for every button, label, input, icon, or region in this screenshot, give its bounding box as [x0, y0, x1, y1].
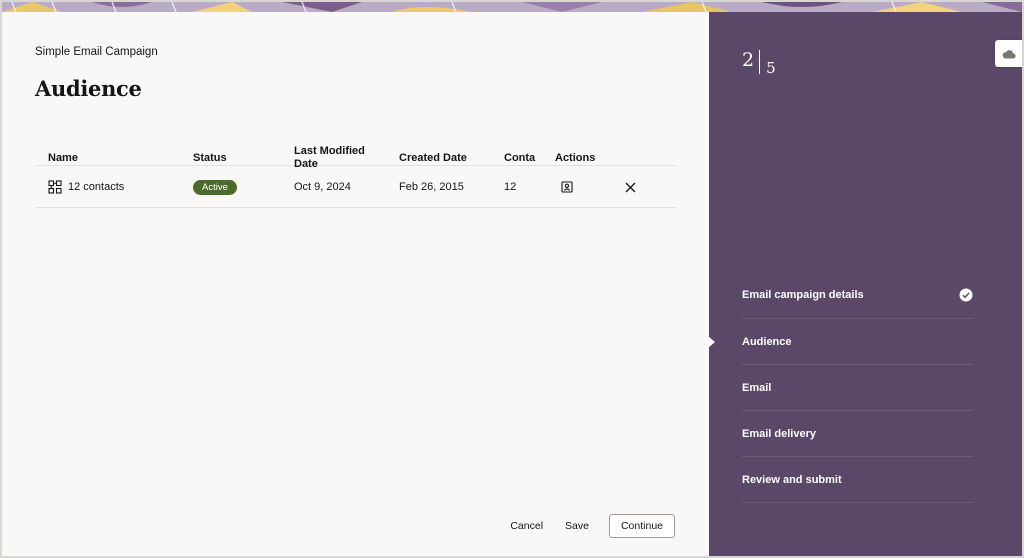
row-actions-cell [561, 166, 573, 208]
decorative-banner [2, 2, 1022, 12]
step-total-number: 5 [766, 59, 776, 77]
close-icon[interactable] [625, 182, 636, 193]
audience-table: Name Status Last Modified Date Created D… [35, 130, 677, 208]
step-label: Email [742, 381, 772, 394]
main-panel: Simple Email Campaign Audience Name Stat… [2, 12, 709, 556]
row-contacts: 12 [504, 181, 517, 193]
step-label: Audience [742, 335, 792, 348]
step-separator [759, 50, 761, 74]
cloud-side-tab[interactable] [995, 40, 1022, 67]
column-header-contacts[interactable]: Conta [504, 152, 535, 165]
step-email-campaign-details[interactable]: Email campaign details [742, 271, 973, 319]
column-header-created[interactable]: Created Date [399, 152, 467, 165]
hierarchy-icon [48, 180, 62, 194]
column-header-name[interactable]: Name [48, 152, 78, 165]
app-frame: Simple Email Campaign Audience Name Stat… [0, 0, 1024, 558]
page-title: Audience [35, 76, 142, 101]
wizard-sidebar: 2 5 Email campaign details Audience Emai… [708, 12, 1022, 556]
row-name-cell: 12 contacts [48, 166, 124, 208]
row-created: Feb 26, 2015 [399, 181, 464, 193]
step-label: Email delivery [742, 427, 816, 440]
column-header-last-modified-line1: Last Modified [294, 145, 365, 157]
step-current-number: 2 [742, 49, 755, 71]
cloud-icon [1002, 49, 1016, 59]
wizard-steps: Email campaign details Audience Email Em… [742, 271, 973, 503]
step-email[interactable]: Email [742, 365, 973, 411]
continue-button[interactable]: Continue [608, 514, 675, 538]
column-header-status[interactable]: Status [193, 152, 227, 165]
table-header: Name Status Last Modified Date Created D… [35, 130, 677, 170]
cancel-button[interactable]: Cancel [499, 520, 554, 532]
row-status-cell: Active [193, 166, 237, 208]
row-remove-cell [625, 166, 636, 208]
step-counter: 2 5 [742, 50, 776, 77]
campaign-name: Simple Email Campaign [35, 46, 158, 58]
save-button[interactable]: Save [554, 520, 600, 532]
contact-card-icon[interactable] [561, 181, 573, 193]
step-review-and-submit[interactable]: Review and submit [742, 457, 973, 503]
row-name: 12 contacts [68, 181, 125, 193]
current-step-pointer [708, 336, 715, 348]
footer-actions: Cancel Save Continue [499, 514, 675, 538]
table-row[interactable]: 12 contacts Active Oct 9, 2024 Feb 26, 2… [35, 166, 677, 208]
step-label: Review and submit [742, 473, 842, 486]
step-label: Email campaign details [742, 288, 864, 301]
checkmark-icon [959, 288, 973, 305]
status-badge: Active [193, 179, 237, 195]
column-header-actions: Actions [555, 152, 596, 164]
row-last-modified: Oct 9, 2024 [294, 181, 351, 193]
step-audience[interactable]: Audience [742, 319, 973, 365]
step-email-delivery[interactable]: Email delivery [742, 411, 973, 457]
